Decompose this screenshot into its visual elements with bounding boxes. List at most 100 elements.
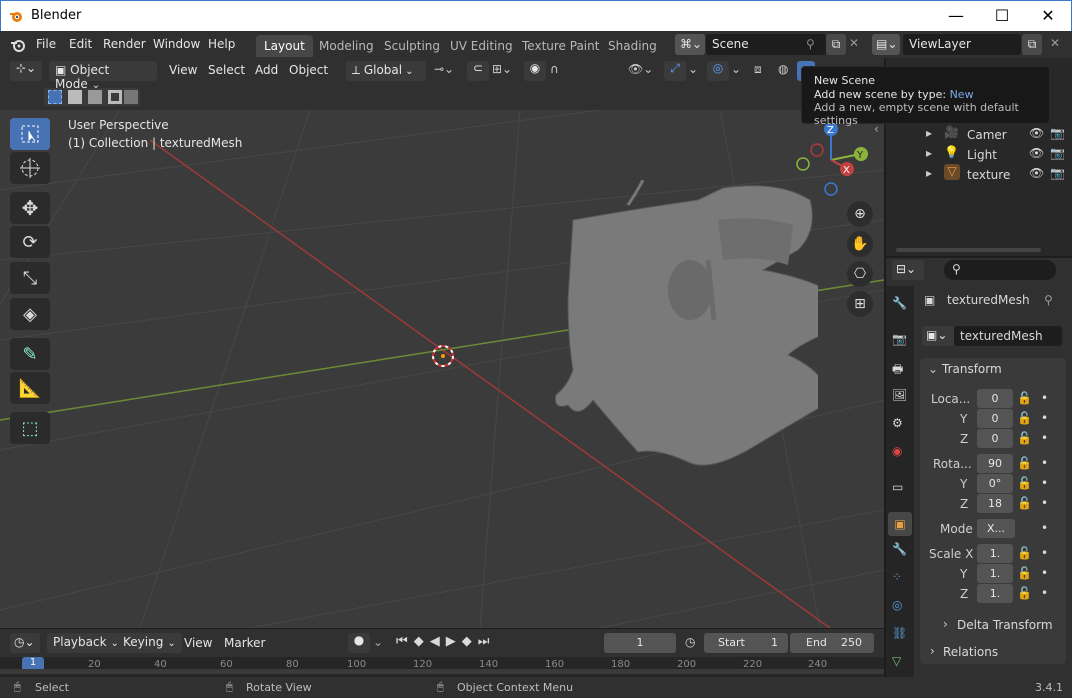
menu-edit[interactable]: Edit xyxy=(69,37,92,51)
timeline-marker-menu[interactable]: Marker xyxy=(224,636,265,650)
particles-tab-icon[interactable]: ⁘ xyxy=(892,570,902,584)
location-z-field[interactable]: 0 xyxy=(977,429,1013,448)
timeline-ruler[interactable]: 1 20 40 60 80 100 120 140 160 180 200 22… xyxy=(0,657,884,677)
keyframe-dot-icon[interactable]: • xyxy=(1041,391,1048,405)
timeline-scrollbar[interactable] xyxy=(0,669,884,674)
scene-tab-icon[interactable]: ⚙ xyxy=(892,416,903,430)
scene-browse-button[interactable]: ⌘⌄ xyxy=(675,34,705,55)
viewport-menu-add[interactable]: Add xyxy=(255,63,278,77)
scale-z-field[interactable]: 1. xyxy=(977,584,1013,603)
lock-icon[interactable]: 🔓 xyxy=(1017,546,1032,560)
tool-move[interactable]: ✥ xyxy=(10,192,50,224)
menu-file[interactable]: File xyxy=(36,37,56,51)
keyframe-dot-icon[interactable]: • xyxy=(1041,476,1048,490)
keyframe-dot-icon[interactable]: • xyxy=(1041,521,1048,535)
outliner-expand-icon[interactable]: ▸ xyxy=(926,166,932,180)
frame-end-field[interactable]: End 250 xyxy=(790,633,874,653)
scale-y-field[interactable]: 1. xyxy=(977,564,1013,583)
playback-controls[interactable]: ⏮◆◀▶◆⏭ xyxy=(396,634,495,649)
viewport-menu-view[interactable]: View xyxy=(169,63,197,77)
transform-header[interactable]: Transform xyxy=(942,362,1002,376)
location-y-field[interactable]: 0 xyxy=(977,409,1013,428)
tab-shading[interactable]: Shading xyxy=(600,35,665,57)
lock-icon[interactable]: 🔓 xyxy=(1017,431,1032,445)
select-intersect-icon[interactable] xyxy=(124,90,138,104)
delete-viewlayer-icon[interactable]: ✕ xyxy=(1050,36,1060,50)
tool-rotate[interactable]: ⟳ xyxy=(10,226,50,258)
collection-tab-icon[interactable]: ▭ xyxy=(892,480,903,494)
xray-icon[interactable]: ⧈ xyxy=(754,62,762,77)
delete-scene-icon[interactable]: ✕ xyxy=(849,36,859,50)
current-frame-field[interactable]: 1 xyxy=(604,633,676,653)
select-subtract-icon[interactable] xyxy=(88,90,102,104)
lock-icon[interactable]: 🔓 xyxy=(1017,456,1032,470)
outliner-expand-icon[interactable]: ▸ xyxy=(926,126,932,140)
render-tab-icon[interactable]: 📷 xyxy=(892,332,907,346)
lock-icon[interactable]: 🔓 xyxy=(1017,476,1032,490)
lock-icon[interactable]: 🔓 xyxy=(1017,496,1032,510)
keyframe-dot-icon[interactable]: • xyxy=(1041,456,1048,470)
viewport-menu-object[interactable]: Object xyxy=(289,63,328,77)
location-x-field[interactable]: 0 xyxy=(977,389,1013,408)
tab-texture-paint[interactable]: Texture Paint xyxy=(514,35,607,57)
render-camera-icon[interactable]: 📷 xyxy=(1050,166,1065,180)
clock-icon[interactable]: ◷ xyxy=(685,635,695,649)
lock-icon[interactable]: 🔓 xyxy=(1017,586,1032,600)
tool-measure[interactable]: 📐 xyxy=(10,372,50,404)
select-new-icon[interactable] xyxy=(48,90,62,104)
tool-scale[interactable]: ⤡ xyxy=(10,262,50,294)
timeline-keying-menu[interactable]: Keying xyxy=(117,633,182,653)
view-layer-tab-icon[interactable]: 🖼 xyxy=(892,388,907,402)
zoom-icon[interactable]: ⊕ xyxy=(847,201,873,227)
lock-icon[interactable]: 🔓 xyxy=(1017,566,1032,580)
delta-transform-header[interactable]: Delta Transform xyxy=(957,618,1053,632)
timeline-editor-type-icon[interactable]: ◷⌄ xyxy=(10,633,40,653)
lock-icon[interactable]: 🔓 xyxy=(1017,391,1032,405)
tool-cursor[interactable] xyxy=(10,152,50,184)
pivot-point-icon[interactable]: ⊸⌄ xyxy=(434,62,454,76)
tab-layout[interactable]: Layout xyxy=(256,35,313,57)
tool-select-box[interactable] xyxy=(10,118,50,150)
outliner-expand-icon[interactable]: ▸ xyxy=(926,146,932,160)
frame-start-field[interactable]: Start 1 xyxy=(704,633,788,653)
pin-icon[interactable]: ⚲ xyxy=(806,37,815,51)
tool-transform[interactable]: ◈ xyxy=(10,298,50,330)
world-tab-icon[interactable]: ◉ xyxy=(892,444,902,458)
rotation-x-field[interactable]: 90 xyxy=(977,454,1013,473)
eye-icon[interactable]: 👁 xyxy=(1029,126,1044,140)
data-tab-icon[interactable]: ▽ xyxy=(892,654,901,668)
tab-modeling[interactable]: Modeling xyxy=(311,35,382,57)
record-dropdown-icon[interactable]: ⌄ xyxy=(373,635,383,649)
gizmo-dropdown-icon[interactable]: ⌄ xyxy=(688,62,698,76)
3d-viewport[interactable]: User Perspective (1) Collection | textur… xyxy=(0,110,884,628)
properties-search-input[interactable]: ⚲ xyxy=(944,260,1056,280)
object-tab-icon[interactable]: ▣ xyxy=(888,512,912,536)
object-browse-icon[interactable]: ▣⌄ xyxy=(922,326,954,346)
timeline-playback-menu[interactable]: Playback xyxy=(47,633,125,653)
modifiers-tab-icon[interactable]: 🔧 xyxy=(892,542,907,556)
visibility-icon[interactable]: 👁⌄ xyxy=(628,62,653,76)
new-scene-button[interactable]: ⧉ xyxy=(826,34,846,55)
expand-icon[interactable]: › xyxy=(930,644,935,658)
outliner-item-light[interactable]: Light xyxy=(967,148,997,162)
rotation-mode-select[interactable]: X... xyxy=(977,519,1015,538)
rotation-y-field[interactable]: 0° xyxy=(977,474,1013,493)
snap-target-icon[interactable]: ⊞⌄ xyxy=(492,62,512,76)
viewlayer-browse-button[interactable]: ▤⌄ xyxy=(872,34,900,55)
3d-cursor-icon[interactable] xyxy=(430,343,456,369)
outliner-item-texture[interactable]: texture xyxy=(967,168,1010,182)
proportional-edit-icon[interactable]: ◉ xyxy=(524,61,546,81)
pin-icon[interactable]: ⚲ xyxy=(1044,293,1053,307)
navigation-gizmo[interactable]: Z Y X xyxy=(790,118,870,208)
mode-select[interactable]: ▣ Object Mode ⌄ xyxy=(49,61,157,91)
pan-hand-icon[interactable]: ✋ xyxy=(847,231,873,257)
keyframe-dot-icon[interactable]: • xyxy=(1041,496,1048,510)
tab-uv-editing[interactable]: UV Editing xyxy=(442,35,521,57)
properties-editor-type-icon[interactable]: ⊟⌄ xyxy=(892,260,924,280)
gizmo-toggle-icon[interactable]: ⤢ xyxy=(664,61,686,81)
record-icon[interactable]: ● xyxy=(348,633,370,653)
new-viewlayer-button[interactable]: ⧉ xyxy=(1022,34,1042,55)
camera-view-icon[interactable]: ⎔ xyxy=(847,261,873,287)
snap-toggle-icon[interactable]: ⊂ xyxy=(467,61,489,81)
scale-x-field[interactable]: 1. xyxy=(977,544,1013,563)
